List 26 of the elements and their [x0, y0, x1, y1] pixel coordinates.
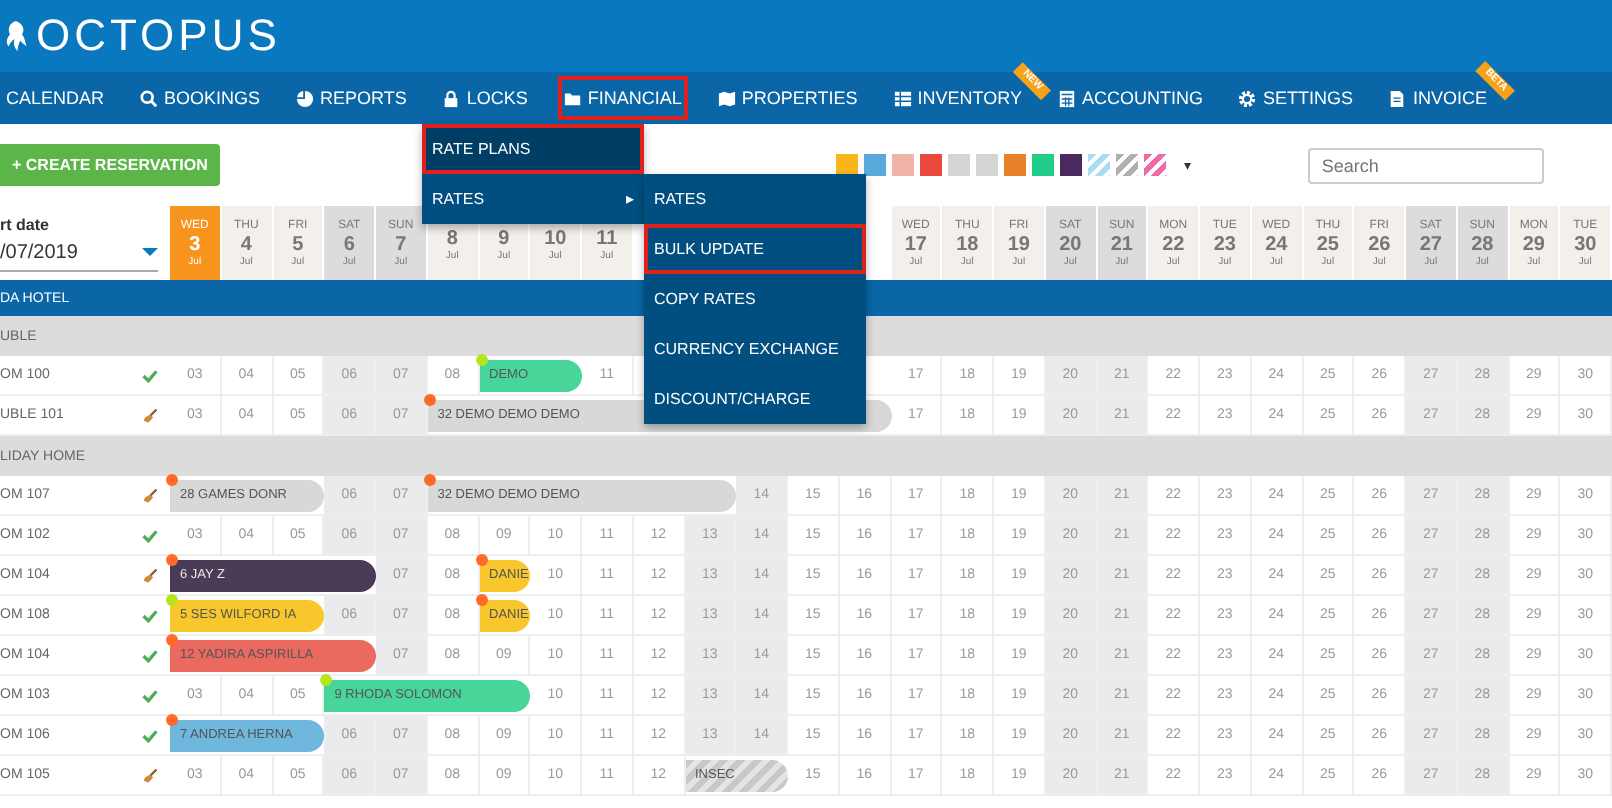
day-number: 30: [1574, 235, 1597, 255]
day-number: 7: [395, 235, 407, 255]
day-number: 8: [446, 229, 458, 249]
day-number: 23: [1213, 235, 1236, 255]
day-number: 24: [1265, 235, 1288, 255]
day-number: 11: [596, 229, 618, 249]
day-number: 26: [1368, 235, 1391, 255]
day-number: 17: [904, 235, 927, 255]
day-number: 19: [1007, 235, 1030, 255]
day-number: 4: [240, 235, 252, 255]
day-number: 27: [1419, 235, 1442, 255]
brand-name: OCTOPUS: [36, 10, 281, 62]
day-number: 21: [1110, 235, 1133, 255]
day-number: 10: [544, 229, 567, 249]
day-number: 28: [1471, 235, 1494, 255]
day-number: 25: [1316, 235, 1339, 255]
start-date-label: rt date: [0, 215, 51, 233]
day-number: 18: [956, 235, 979, 255]
day-number: 3: [189, 235, 201, 255]
day-number: 20: [1059, 235, 1082, 255]
day-number: 6: [343, 235, 355, 255]
day-number: 5: [292, 235, 304, 255]
day-number: 22: [1162, 235, 1185, 255]
submenu-arrow-icon: ▸: [626, 190, 634, 208]
day-number: 29: [1522, 235, 1545, 255]
day-number: 9: [498, 229, 510, 249]
